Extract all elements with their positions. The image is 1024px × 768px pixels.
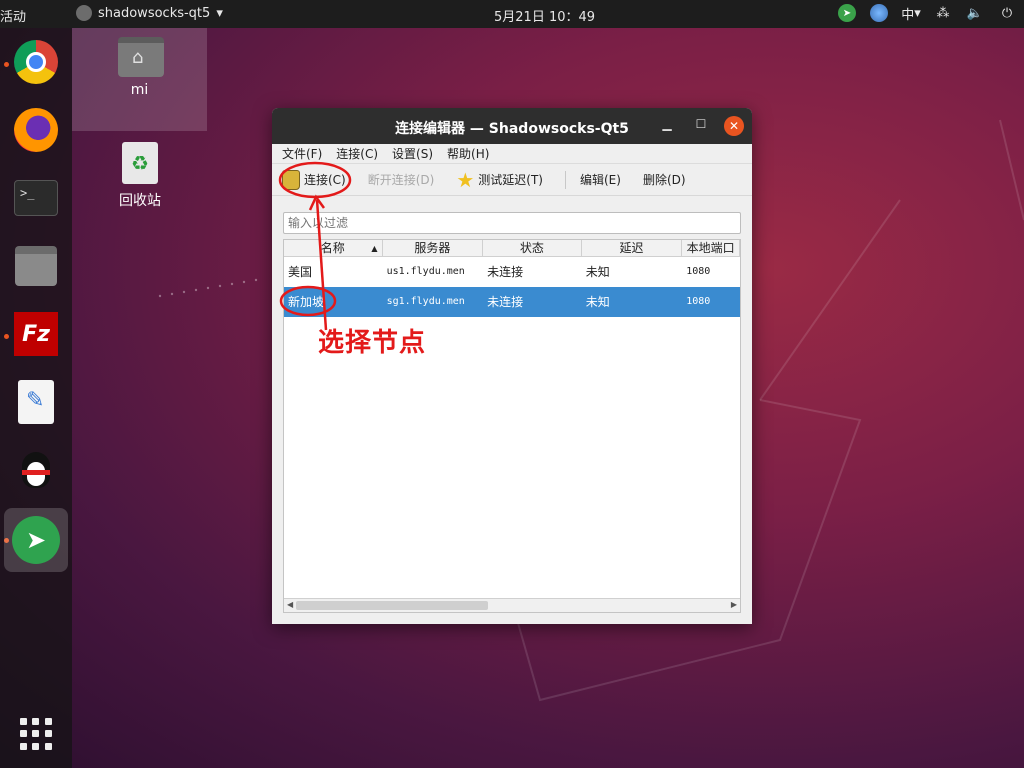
desktop-trash[interactable]: ♻ 回收站 <box>100 138 180 218</box>
chrome-icon <box>14 40 58 84</box>
cell-server: us1.flydu.men <box>386 266 465 277</box>
top-bar: 活动 shadowsocks-qt5 ▾ 5月21日 10：49 ➤ 中 ▾ ⁂ … <box>0 0 1024 28</box>
text-editor-icon <box>18 380 54 424</box>
paper-plane-icon: ➤ <box>12 516 60 564</box>
shadowsocks-tray-icon[interactable]: ➤ <box>838 4 856 22</box>
home-folder-icon <box>118 37 164 77</box>
system-tray: ➤ 中 ▾ ⁂ 🔈 ⏻ <box>838 4 1016 23</box>
cell-name: 美国 <box>288 265 313 279</box>
home-folder-label: mi <box>130 82 149 98</box>
dock-firefox[interactable] <box>10 104 62 156</box>
close-button[interactable]: ✕ <box>724 116 744 136</box>
column-header-latency[interactable]: 延迟 <box>582 240 683 257</box>
window-title: 连接编辑器 — Shadowsocks-Qt5 <box>395 121 629 137</box>
delete-label: 删除(D) <box>642 173 686 187</box>
app-menu[interactable]: shadowsocks-qt5 ▾ <box>76 5 223 21</box>
table-header: 名称 ▲ 服务器 状态 延迟 本地端口 <box>284 240 740 257</box>
scroll-right-icon[interactable]: ▶ <box>731 600 737 609</box>
activities-button[interactable]: 活动 <box>0 6 26 25</box>
app-icon <box>76 5 92 21</box>
cell-status: 未连接 <box>487 265 524 279</box>
cell-local-port: 1080 <box>686 296 711 307</box>
menu-bar: 文件(F) 连接(C) 设置(S) 帮助(H) <box>272 144 752 164</box>
firefox-icon <box>14 108 58 152</box>
column-header-name[interactable]: 名称 ▲ <box>284 240 383 257</box>
connect-button[interactable]: 连接(C) <box>282 169 346 190</box>
scroll-left-icon[interactable]: ◀ <box>287 600 293 609</box>
window-titlebar[interactable]: 连接编辑器 — Shadowsocks-Qt5 ▁ ☐ ✕ <box>272 108 752 144</box>
table-row[interactable]: 新加坡 sg1.flydu.men 未连接 未知 1080 <box>284 287 740 317</box>
delete-button[interactable]: 删除(D) <box>643 171 686 188</box>
dock-shadowsocks[interactable]: ➤ <box>4 508 68 572</box>
disconnect-label: 断开连接(D) <box>367 173 435 187</box>
dock-chrome[interactable] <box>10 36 62 88</box>
trash-label: 回收站 <box>119 193 161 209</box>
edit-button[interactable]: 编辑(E) <box>580 171 621 188</box>
network-icon[interactable]: ⁂ <box>934 4 952 22</box>
recycle-icon: ♻ <box>122 142 158 184</box>
sort-ascending-icon: ▲ <box>371 244 378 253</box>
column-header-status[interactable]: 状态 <box>483 240 582 257</box>
table-row[interactable]: 美国 us1.flydu.men 未连接 未知 1080 <box>284 257 740 287</box>
dock-filezilla[interactable]: Fz <box>10 308 62 360</box>
connect-icon <box>282 169 300 190</box>
cell-local-port: 1080 <box>686 266 711 277</box>
dock-terminal[interactable]: >_ <box>10 172 62 224</box>
table-body: 美国 us1.flydu.men 未连接 未知 1080 新加坡 sg1.flydu.men… <box>284 257 740 317</box>
input-method-indicator[interactable]: 中 ▾ <box>901 4 921 23</box>
maximize-button[interactable]: ☐ <box>692 117 710 135</box>
running-indicator <box>4 334 9 339</box>
server-table: 名称 ▲ 服务器 状态 延迟 本地端口 美国 us1.flydu.men 未连接 未知 1… <box>283 239 741 613</box>
menu-help[interactable]: 帮助(H) <box>447 145 489 162</box>
cell-status: 未连接 <box>487 295 524 309</box>
volume-icon[interactable]: 🔈 <box>966 4 984 22</box>
horizontal-scrollbar[interactable]: ◀ ▶ <box>284 598 740 612</box>
qq-penguin-icon <box>16 448 56 492</box>
network-tray-icon[interactable] <box>870 4 888 22</box>
test-latency-label: 测试延迟(T) <box>478 173 543 187</box>
app-menu-label: shadowsocks-qt5 <box>98 5 211 21</box>
power-icon[interactable]: ⏻ <box>998 4 1016 22</box>
column-header-server[interactable]: 服务器 <box>383 240 484 257</box>
test-latency-button[interactable]: ★ 测试延迟(T) <box>456 168 543 192</box>
toolbar: 连接(C) 断开连接(D) ★ 测试延迟(T) 编辑(E) 删除(D) <box>272 164 752 196</box>
desktop-home-folder[interactable]: mi <box>72 28 207 131</box>
clock[interactable]: 5月21日 10：49 <box>494 6 595 25</box>
input-method-label: 中 <box>901 7 915 23</box>
edit-label: 编辑(E) <box>580 173 621 187</box>
menu-file[interactable]: 文件(F) <box>282 145 322 162</box>
cell-latency: 未知 <box>585 295 610 309</box>
running-indicator <box>4 62 9 67</box>
column-header-local-port[interactable]: 本地端口 <box>682 240 740 257</box>
toolbar-separator <box>565 170 566 189</box>
dock-qq[interactable] <box>10 444 62 496</box>
files-icon <box>15 246 57 286</box>
cell-server: sg1.flydu.men <box>386 296 465 307</box>
connection-editor-window: 连接编辑器 — Shadowsocks-Qt5 ▁ ☐ ✕ 文件(F) 连接(C… <box>272 108 752 624</box>
dock: >_ Fz ➤ <box>0 28 72 768</box>
dock-text-editor[interactable] <box>10 376 62 428</box>
dock-files[interactable] <box>10 240 62 292</box>
cell-latency: 未知 <box>585 265 610 279</box>
terminal-icon: >_ <box>14 180 58 216</box>
chevron-down-icon: ▾ <box>216 5 223 21</box>
menu-connection[interactable]: 连接(C) <box>336 145 378 162</box>
star-icon: ★ <box>456 167 475 192</box>
connect-label: 连接(C) <box>304 173 346 187</box>
filezilla-icon: Fz <box>14 312 58 356</box>
disconnect-button[interactable]: 断开连接(D) <box>368 171 435 188</box>
minimize-button[interactable]: ▁ <box>658 117 676 135</box>
scrollbar-thumb[interactable] <box>296 601 488 610</box>
cell-name: 新加坡 <box>288 295 325 309</box>
annotation-text: 选择节点 <box>318 328 427 358</box>
menu-settings[interactable]: 设置(S) <box>392 145 433 162</box>
show-applications-icon[interactable] <box>20 718 52 750</box>
filter-input[interactable] <box>283 212 741 234</box>
